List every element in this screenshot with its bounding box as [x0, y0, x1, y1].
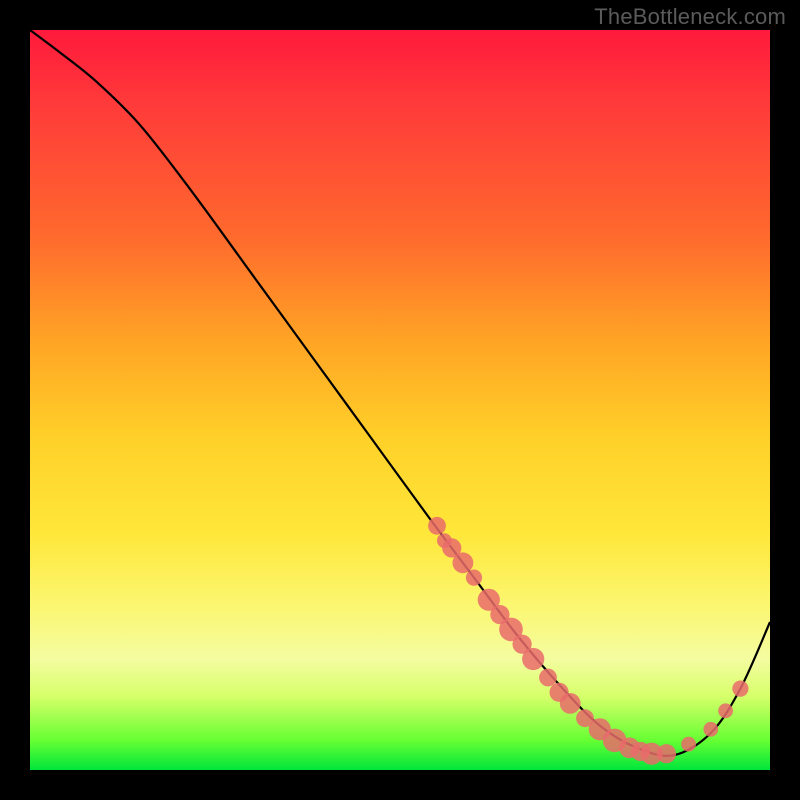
plot-area	[30, 30, 770, 770]
curve-marker	[681, 737, 696, 752]
curve-marker	[718, 703, 733, 718]
curve-marker	[453, 552, 474, 573]
curve-marker	[466, 570, 482, 586]
chart-svg	[30, 30, 770, 770]
curve-marker	[732, 681, 748, 697]
curve-marker	[522, 648, 544, 670]
bottleneck-curve	[30, 30, 770, 756]
curve-marker	[539, 669, 557, 687]
curve-markers	[428, 517, 748, 765]
curve-marker	[560, 693, 581, 714]
watermark-text: TheBottleneck.com	[594, 4, 786, 30]
chart-container: TheBottleneck.com	[0, 0, 800, 800]
curve-marker	[428, 517, 446, 535]
curve-marker	[703, 722, 718, 737]
curve-marker	[657, 744, 676, 763]
